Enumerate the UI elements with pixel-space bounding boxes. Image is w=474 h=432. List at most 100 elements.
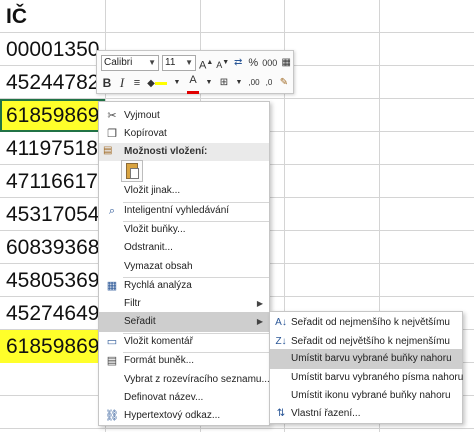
- custom-sort-icon: ⇅: [276, 408, 286, 419]
- menu-item-smart-lookup[interactable]: ⌕ Inteligentní vyhledávání: [99, 201, 269, 221]
- menu-item-label: Hypertextový odkaz...: [124, 410, 221, 421]
- submenu-item-label: Umístit ikonu vybrané buňky nahoru: [291, 390, 451, 401]
- font-name-select[interactable]: Calibri ▼: [101, 55, 159, 71]
- mini-toolbar-row-format: B I ≡ ◆ ▼ A ▼ ⊞ ▼ ,00 ,0 ✎: [101, 74, 290, 94]
- sort-submenu: A↓ Seřadit od nejmenšího k největšímu Z↓…: [269, 311, 463, 424]
- menu-item-insert-cells[interactable]: Vložit buňky...: [99, 220, 269, 240]
- sheet-row: IČ: [0, 0, 474, 33]
- italic-button[interactable]: I: [116, 75, 128, 91]
- thousands-separator-button[interactable]: 000: [262, 55, 277, 71]
- menu-item-label: Inteligentní vyhledávání: [124, 205, 230, 216]
- menu-item-filter[interactable]: Filtr ▶: [99, 294, 269, 314]
- fill-color-bar: [154, 82, 167, 85]
- paste-options-label: Možnosti vložení:: [124, 146, 208, 157]
- cell[interactable]: 45244782: [0, 66, 105, 99]
- sort-descending-icon: Z↓: [275, 336, 287, 347]
- shrink-font-button[interactable]: A▼: [216, 55, 229, 71]
- chevron-down-icon[interactable]: ▼: [203, 75, 215, 91]
- link-icon: ⛓: [105, 410, 119, 422]
- paste-options-header: Možnosti vložení:: [99, 143, 269, 161]
- format-painter-icon[interactable]: ▦: [280, 55, 292, 71]
- submenu-item-custom-sort[interactable]: ⇅ Vlastní řazení...: [270, 404, 462, 424]
- cell[interactable]: 45274649: [0, 297, 105, 330]
- cell[interactable]: 61859869: [0, 330, 105, 363]
- menu-item-paste-special[interactable]: Vložit jinak...: [99, 181, 269, 201]
- cell[interactable]: 45317054: [0, 198, 105, 231]
- scissors-icon: ✂: [107, 110, 117, 122]
- menu-item-label: Vyjmout: [124, 110, 160, 121]
- paint-bucket-icon: ◆: [147, 78, 155, 89]
- menu-item-cut[interactable]: ✂ Vyjmout: [99, 106, 269, 126]
- bold-button[interactable]: B: [101, 75, 113, 91]
- align-center-icon[interactable]: ≡: [131, 75, 143, 91]
- submenu-item-label: Vlastní řazení...: [291, 408, 361, 419]
- menu-item-label: Formát buněk...: [124, 355, 195, 366]
- cell[interactable]: 60839368: [0, 231, 105, 264]
- chevron-right-icon: ▶: [256, 299, 263, 308]
- mini-toolbar-row-font: Calibri ▼ 11 ▼ A▲ A▼ ⇄ % 000 ▦: [101, 54, 292, 72]
- sort-ascending-icon: A↓: [275, 317, 287, 328]
- menu-item-label: Filtr: [124, 298, 141, 309]
- font-size-value: 11: [165, 57, 176, 68]
- paste-icon: [126, 163, 139, 179]
- selected-cell[interactable]: 61859869: [0, 99, 105, 132]
- font-color-bar: [187, 91, 199, 94]
- menu-item-label: Kopírovat: [124, 128, 167, 139]
- menu-item-quick-analysis[interactable]: ▦ Rychlá analýza: [99, 276, 269, 296]
- brush-icon[interactable]: ✎: [278, 75, 290, 91]
- menu-item-clear-contents[interactable]: Vymazat obsah: [99, 257, 269, 277]
- font-color-button[interactable]: A: [186, 74, 200, 94]
- menu-item-format-cells[interactable]: ▤ Formát buněk...: [99, 351, 269, 371]
- menu-item-label: Definovat název...: [124, 392, 204, 403]
- menu-item-copy[interactable]: ❐ Kopírovat: [99, 124, 269, 144]
- submenu-item-cell-color-top[interactable]: Umístit barvu vybrané buňky nahoru: [270, 349, 462, 369]
- submenu-item-icon-top[interactable]: Umístit ikonu vybrané buňky nahoru: [270, 386, 462, 406]
- font-size-select[interactable]: 11 ▼: [162, 55, 196, 71]
- search-icon: ⌕: [108, 205, 116, 217]
- cell[interactable]: 41197518: [0, 132, 105, 165]
- menu-item-label: Odstranit...: [124, 242, 173, 253]
- menu-item-hyperlink[interactable]: ⛓ Hypertextový odkaz...: [99, 406, 269, 426]
- cell[interactable]: 47116617: [0, 165, 105, 198]
- menu-item-pick-from-list[interactable]: Vybrat z rozevíracího seznamu...: [99, 370, 270, 390]
- chevron-down-icon[interactable]: ▼: [233, 75, 245, 91]
- grow-font-button[interactable]: A▲: [199, 55, 213, 72]
- cell[interactable]: 45805369: [0, 264, 105, 297]
- chevron-down-icon: ▼: [148, 58, 156, 67]
- column-header-cell[interactable]: IČ: [0, 0, 105, 33]
- submenu-item-label: Seřadit od největšího k nejmenšímu: [291, 336, 450, 347]
- menu-item-label: Vložit jinak...: [124, 185, 181, 196]
- copy-icon: ❐: [107, 128, 117, 140]
- menu-item-label: Vybrat z rozevíracího seznamu...: [124, 374, 270, 385]
- borders-icon[interactable]: ⊞: [218, 75, 230, 91]
- submenu-item-sort-ascending[interactable]: A↓ Seřadit od nejmenšího k největšímu: [270, 313, 462, 333]
- menu-item-define-name[interactable]: Definovat název...: [99, 388, 269, 408]
- percent-button[interactable]: %: [247, 55, 259, 71]
- context-menu: ✂ Vyjmout ❐ Kopírovat Možnosti vložení: …: [98, 101, 270, 426]
- menu-item-label: Vložit buňky...: [124, 224, 186, 235]
- menu-item-label: Rychlá analýza: [124, 280, 192, 291]
- comment-icon: ▭: [106, 336, 118, 348]
- menu-item-label: Vymazat obsah: [124, 261, 193, 272]
- chevron-down-icon[interactable]: ▼: [171, 75, 183, 91]
- submenu-item-label: Umístit barvu vybraného písma nahoru: [291, 372, 464, 383]
- number-format-icon[interactable]: ⇄: [232, 55, 244, 71]
- decrease-decimal-icon[interactable]: ,00: [248, 75, 260, 91]
- menu-item-insert-comment[interactable]: ▭ Vložit komentář: [99, 332, 269, 352]
- chevron-down-icon: ▼: [185, 58, 193, 67]
- increase-decimal-icon[interactable]: ,0: [263, 75, 275, 91]
- quick-analysis-icon: ▦: [106, 280, 118, 292]
- submenu-item-font-color-top[interactable]: Umístit barvu vybraného písma nahoru: [270, 368, 464, 388]
- cell[interactable]: 00001350: [0, 33, 105, 66]
- mini-toolbar: Calibri ▼ 11 ▼ A▲ A▼ ⇄ % 000 ▦ B I ≡ ◆ ▼…: [96, 50, 294, 94]
- format-cells-icon: ▤: [106, 355, 118, 367]
- font-color-letter: A: [189, 74, 197, 86]
- menu-item-sort[interactable]: Seřadit ▶: [99, 312, 269, 332]
- fill-color-button[interactable]: ◆: [146, 75, 168, 91]
- chevron-right-icon: ▶: [256, 317, 263, 326]
- menu-item-label: Seřadit: [124, 316, 156, 327]
- menu-item-label: Vložit komentář: [124, 336, 193, 347]
- paste-option-button[interactable]: [121, 160, 143, 182]
- menu-item-delete[interactable]: Odstranit...: [99, 238, 269, 258]
- font-name-value: Calibri: [104, 57, 133, 68]
